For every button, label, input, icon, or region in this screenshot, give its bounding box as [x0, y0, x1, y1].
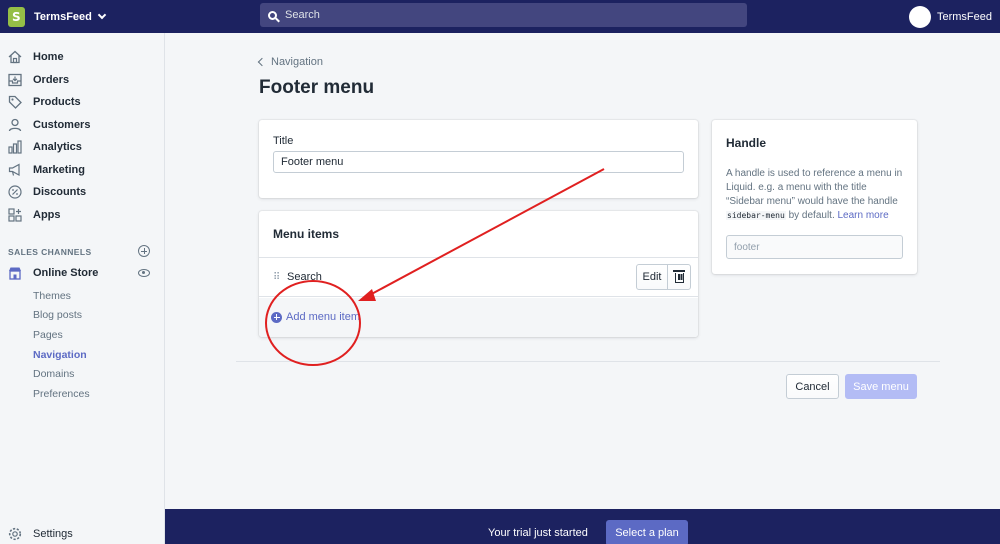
sidebar-subitem-themes[interactable]: Themes	[33, 290, 71, 302]
trial-bar: Your trial just started Select a plan	[165, 509, 1000, 544]
store-name: TermsFeed	[34, 10, 92, 23]
main-content: Navigation Footer menu Title Menu items …	[165, 33, 1000, 509]
sidebar-item-label: Settings	[33, 528, 73, 540]
sidebar-item-label: Online Store	[33, 267, 99, 279]
sidebar-item-label: Analytics	[33, 141, 82, 153]
drag-handle-icon[interactable]: ⠿	[273, 272, 280, 283]
handle-desc-text-end: by default.	[785, 210, 835, 221]
sidebar-item-label: Orders	[33, 74, 70, 86]
sidebar-item-home[interactable]: Home	[0, 46, 164, 68]
top-bar: TermsFeed TermsFeed	[0, 0, 1000, 33]
sidebar-item-products[interactable]: Products	[0, 91, 164, 113]
search-input[interactable]	[285, 9, 725, 21]
add-menu-item-label: Add menu item	[286, 311, 360, 323]
title-label: Title	[273, 135, 294, 147]
sidebar-subitem-domains[interactable]: Domains	[33, 368, 74, 380]
apps-icon	[8, 208, 22, 222]
sidebar: Home Orders Products Customers Analytics…	[0, 33, 165, 544]
page-title: Footer menu	[259, 77, 375, 98]
title-input[interactable]	[273, 151, 684, 173]
store-icon	[8, 266, 22, 280]
sidebar-item-analytics[interactable]: Analytics	[0, 136, 164, 158]
title-card: Title	[259, 120, 698, 198]
save-menu-button[interactable]: Save menu	[845, 374, 917, 399]
eye-icon[interactable]	[138, 269, 150, 277]
trash-icon	[673, 270, 685, 283]
breadcrumb[interactable]: Navigation	[257, 56, 323, 68]
search-icon	[268, 10, 277, 20]
list-item: ⠿ Search Edit	[259, 257, 698, 297]
sidebar-item-label: Discounts	[33, 186, 87, 198]
add-channel-icon[interactable]	[138, 245, 150, 257]
sidebar-item-customers[interactable]: Customers	[0, 114, 164, 136]
user-menu[interactable]: TermsFeed	[908, 0, 1000, 33]
delete-button[interactable]	[667, 264, 691, 290]
search-bar[interactable]	[260, 3, 747, 27]
avatar	[908, 5, 931, 28]
bar-chart-icon	[8, 140, 22, 154]
sales-channels-heading: SALES CHANNELS	[8, 247, 92, 257]
edit-button[interactable]: Edit	[636, 264, 668, 290]
breadcrumb-label: Navigation	[271, 56, 323, 68]
menu-items-heading: Menu items	[273, 227, 340, 241]
divider	[236, 361, 940, 362]
shopify-logo-icon	[8, 6, 25, 27]
user-name: TermsFeed	[936, 10, 992, 23]
trial-text: Your trial just started	[488, 527, 588, 539]
handle-desc-text: A handle is used to reference a menu in …	[726, 168, 903, 207]
sidebar-item-label: Home	[33, 51, 64, 63]
menu-item-label: Search	[287, 271, 322, 283]
orders-icon	[8, 73, 22, 87]
handle-description: A handle is used to reference a menu in …	[726, 167, 906, 223]
sidebar-item-label: Apps	[33, 209, 61, 221]
add-menu-item-row: Add menu item	[259, 298, 698, 337]
chevron-left-icon	[257, 57, 267, 67]
handle-heading: Handle	[726, 136, 767, 150]
select-plan-button[interactable]: Select a plan	[606, 520, 688, 544]
chevron-down-icon	[97, 10, 107, 19]
sidebar-item-orders[interactable]: Orders	[0, 69, 164, 91]
sidebar-item-apps[interactable]: Apps	[0, 204, 164, 226]
sidebar-subitem-blog-posts[interactable]: Blog posts	[33, 309, 82, 321]
learn-more-link[interactable]: Learn more	[838, 210, 889, 221]
discount-icon	[8, 185, 22, 199]
person-icon	[8, 118, 22, 132]
handle-input[interactable]	[726, 235, 903, 259]
megaphone-icon	[8, 163, 22, 177]
menu-items-card: Menu items ⠿ Search Edit Add menu item	[259, 211, 698, 337]
store-switcher[interactable]: TermsFeed	[0, 0, 165, 33]
sidebar-subitem-pages[interactable]: Pages	[33, 329, 63, 341]
sidebar-item-settings[interactable]: Settings	[0, 523, 164, 544]
gear-icon	[8, 527, 22, 541]
sidebar-item-discounts[interactable]: Discounts	[0, 181, 164, 203]
sidebar-item-label: Customers	[33, 119, 91, 131]
sidebar-item-label: Products	[33, 96, 81, 108]
handle-card: Handle A handle is used to reference a m…	[712, 120, 917, 274]
home-icon	[8, 50, 22, 64]
sidebar-subitem-preferences[interactable]: Preferences	[33, 388, 90, 400]
handle-code: sidebar-menu	[726, 211, 786, 220]
sidebar-item-label: Marketing	[33, 164, 85, 176]
sidebar-subitem-navigation[interactable]: Navigation	[33, 349, 87, 361]
add-menu-item-link[interactable]: Add menu item	[271, 311, 360, 323]
cancel-button[interactable]: Cancel	[786, 374, 839, 399]
plus-circle-icon	[271, 311, 282, 323]
tag-icon	[8, 95, 22, 109]
sidebar-item-marketing[interactable]: Marketing	[0, 159, 164, 181]
